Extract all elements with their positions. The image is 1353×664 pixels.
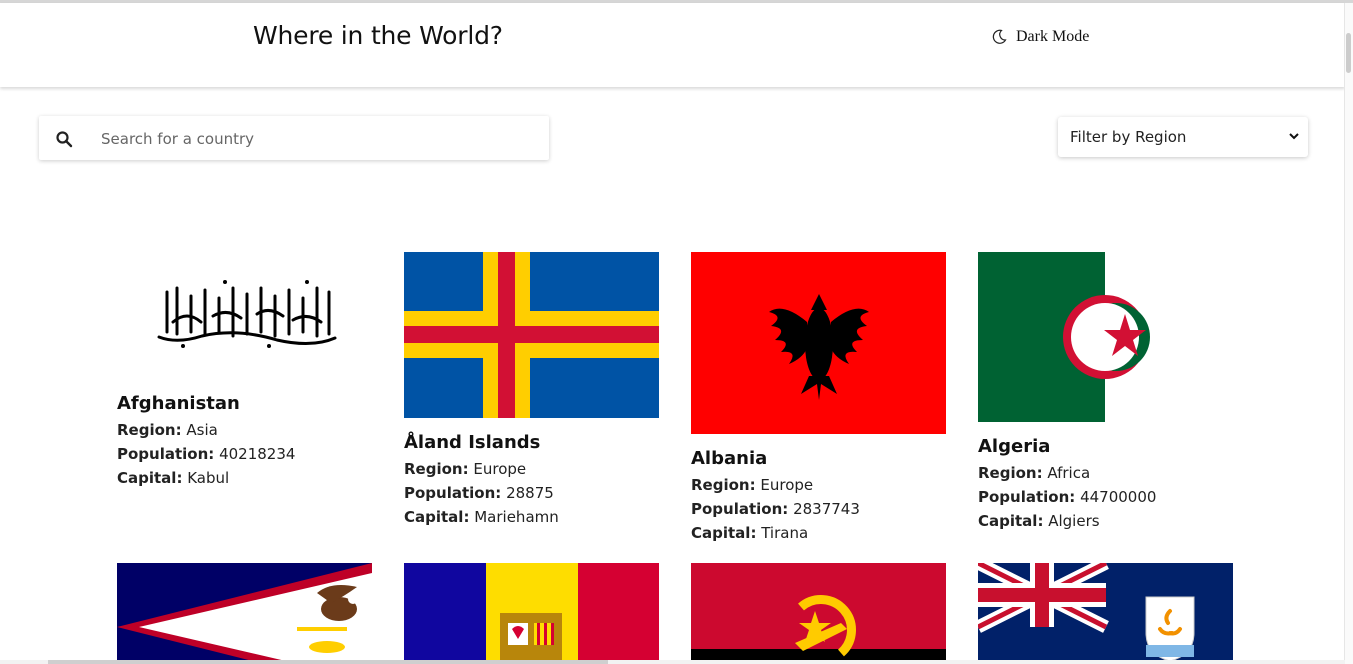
header: Where in the World? Dark Mode (0, 3, 1345, 87)
scrollbar-thumb[interactable] (1346, 33, 1351, 73)
scrollbar-thumb[interactable] (48, 660, 608, 664)
country-info: Åland Islands Region: Europe Population:… (404, 432, 559, 529)
horizontal-scrollbar[interactable] (0, 660, 1345, 664)
population-label: Population: (978, 488, 1076, 506)
aland-flag-image (404, 252, 659, 418)
country-population: Population: 44700000 (978, 485, 1156, 509)
algeria-flag-image (978, 252, 1233, 422)
population-label: Population: (691, 500, 789, 518)
flag-afghanistan[interactable] (117, 252, 372, 380)
country-info: Afghanistan Region: Asia Population: 402… (117, 393, 295, 490)
anguilla-flag-image (978, 563, 1233, 664)
region-value: Africa (1047, 464, 1091, 482)
flag-andorra[interactable] (404, 563, 659, 664)
capital-value: Tirana (761, 524, 809, 542)
country-region: Region: Europe (404, 457, 559, 481)
moon-icon (992, 29, 1007, 44)
population-label: Population: (404, 484, 502, 502)
population-label: Population: (117, 445, 215, 463)
search-box[interactable] (39, 116, 549, 160)
population-value: 28875 (506, 484, 554, 502)
region-value: Europe (473, 460, 527, 478)
flag-albania[interactable] (691, 252, 946, 434)
country-info: Albania Region: Europe Population: 28377… (691, 448, 860, 545)
capital-label: Capital: (691, 524, 757, 542)
region-value: Europe (760, 476, 814, 494)
capital-value: Algiers (1048, 512, 1100, 530)
country-region: Region: Asia (117, 418, 295, 442)
country-capital: Capital: Mariehamn (404, 505, 559, 529)
country-population: Population: 40218234 (117, 442, 295, 466)
region-filter-label: Filter by Region (1070, 128, 1187, 146)
population-value: 2837743 (793, 500, 860, 518)
country-name[interactable]: Åland Islands (404, 432, 559, 453)
region-value: Asia (186, 421, 218, 439)
dark-mode-label: Dark Mode (1016, 28, 1090, 45)
country-region: Region: Africa (978, 461, 1156, 485)
country-name[interactable]: Albania (691, 448, 860, 469)
flag-algeria[interactable] (978, 252, 1233, 422)
country-capital: Capital: Algiers (978, 509, 1156, 533)
afghanistan-flag-image (157, 280, 337, 348)
search-icon (56, 131, 73, 148)
country-population: Population: 2837743 (691, 497, 860, 521)
country-population: Population: 28875 (404, 481, 559, 505)
region-label: Region: (117, 421, 182, 439)
capital-label: Capital: (404, 508, 470, 526)
american-samoa-flag-image (117, 563, 372, 664)
region-label: Region: (978, 464, 1043, 482)
chevron-down-icon (1289, 133, 1299, 140)
region-label: Region: (404, 460, 469, 478)
country-name[interactable]: Algeria (978, 436, 1156, 457)
flag-anguilla[interactable] (978, 563, 1233, 664)
andorra-flag-image (404, 563, 659, 664)
country-name[interactable]: Afghanistan (117, 393, 295, 414)
country-info: Algeria Region: Africa Population: 44700… (978, 436, 1156, 533)
region-label: Region: (691, 476, 756, 494)
country-region: Region: Europe (691, 473, 860, 497)
capital-label: Capital: (978, 512, 1044, 530)
capital-value: Mariehamn (474, 508, 559, 526)
capital-value: Kabul (187, 469, 230, 487)
country-capital: Capital: Kabul (117, 466, 295, 490)
population-value: 44700000 (1080, 488, 1157, 506)
flag-american-samoa[interactable] (117, 563, 372, 664)
flag-aland-islands[interactable] (404, 252, 659, 418)
region-filter-select[interactable]: Filter by Region (1058, 117, 1308, 157)
search-input[interactable] (99, 124, 533, 154)
population-value: 40218234 (219, 445, 296, 463)
albania-flag-image (691, 252, 946, 434)
vertical-scrollbar[interactable] (1344, 3, 1353, 664)
country-capital: Capital: Tirana (691, 521, 860, 545)
page-title: Where in the World? (253, 21, 503, 50)
dark-mode-toggle[interactable]: Dark Mode (991, 28, 1089, 46)
angola-flag-image (691, 563, 946, 664)
flag-angola[interactable] (691, 563, 946, 664)
capital-label: Capital: (117, 469, 183, 487)
